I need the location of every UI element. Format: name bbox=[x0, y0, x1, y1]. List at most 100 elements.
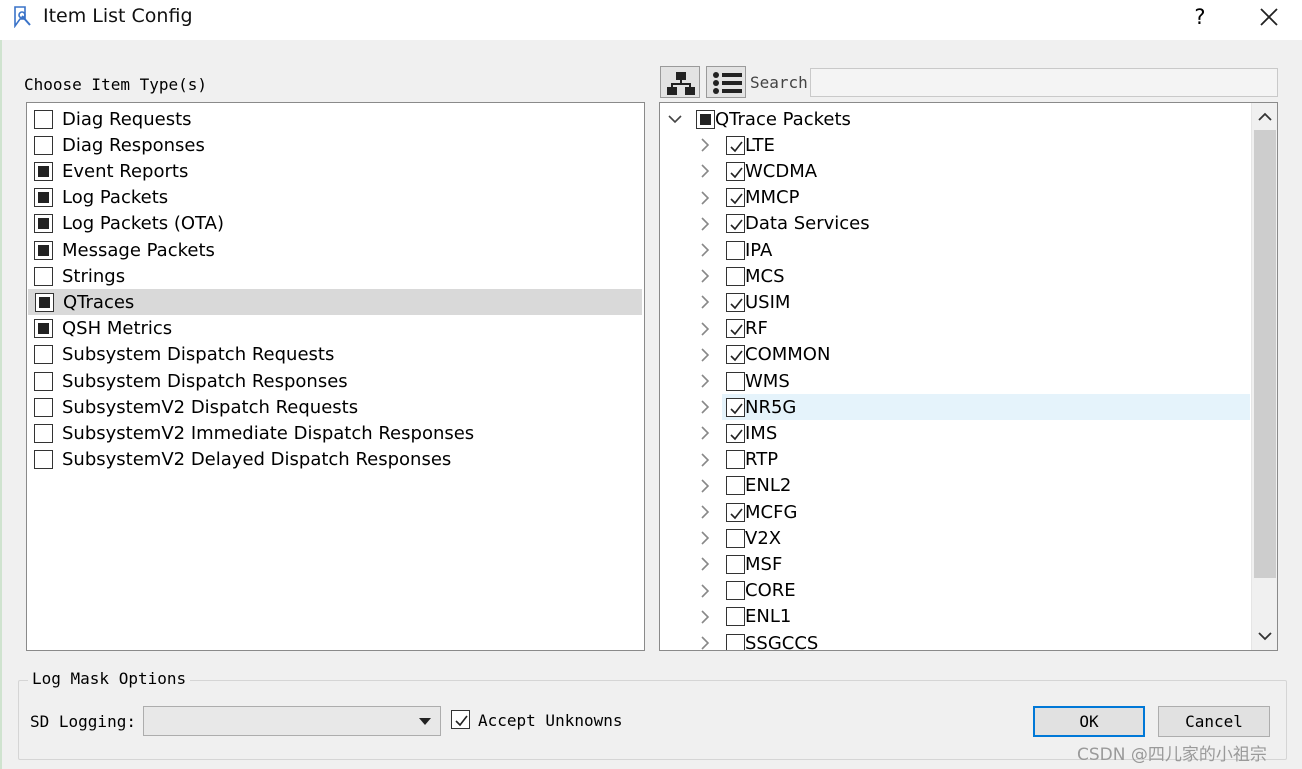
tree-node: MMCP bbox=[726, 187, 800, 209]
item-type-row[interactable]: Log Packets bbox=[27, 185, 644, 211]
chevron-right-icon[interactable] bbox=[697, 292, 713, 312]
qtrace-tree[interactable]: QTrace Packets LTE WCDMA MMCP Data Services I… bbox=[659, 102, 1278, 651]
checkbox[interactable] bbox=[726, 528, 745, 548]
chevron-down-icon[interactable] bbox=[667, 109, 683, 129]
chevron-right-icon[interactable] bbox=[697, 345, 713, 365]
item-type-row[interactable]: Message Packets bbox=[27, 237, 644, 263]
checkbox[interactable] bbox=[696, 109, 715, 129]
scroll-down-icon[interactable] bbox=[1252, 624, 1278, 648]
checkbox[interactable] bbox=[726, 476, 745, 496]
checkbox[interactable] bbox=[34, 450, 53, 470]
chevron-right-icon[interactable] bbox=[697, 528, 713, 548]
chevron-right-icon[interactable] bbox=[697, 214, 713, 234]
chevron-right-icon[interactable] bbox=[697, 397, 713, 417]
checkbox[interactable] bbox=[726, 397, 745, 417]
checkmark-icon bbox=[730, 508, 743, 519]
window-title: Item List Config bbox=[43, 5, 193, 27]
checkbox[interactable] bbox=[34, 266, 53, 286]
ok-button[interactable]: OK bbox=[1033, 706, 1145, 737]
checkbox[interactable] bbox=[726, 423, 745, 443]
watermark: CSDN @四儿家的小祖宗 bbox=[1077, 745, 1267, 765]
hierarchy-icon bbox=[667, 72, 695, 95]
checkbox[interactable] bbox=[726, 214, 745, 234]
checkbox[interactable] bbox=[726, 292, 745, 312]
checkbox[interactable] bbox=[35, 292, 54, 312]
item-type-row[interactable]: SubsystemV2 Immediate Dispatch Responses bbox=[27, 420, 644, 446]
checkbox[interactable] bbox=[726, 450, 745, 470]
chevron-right-icon[interactable] bbox=[697, 188, 713, 208]
checkmark-icon bbox=[730, 219, 743, 231]
search-input[interactable] bbox=[810, 68, 1278, 97]
chevron-right-icon[interactable] bbox=[697, 266, 713, 286]
chevron-right-icon[interactable] bbox=[697, 423, 713, 443]
checkbox[interactable] bbox=[726, 319, 745, 339]
chevron-right-icon[interactable] bbox=[697, 240, 713, 260]
item-type-row[interactable]: Subsystem Dispatch Requests bbox=[27, 342, 644, 368]
checkbox[interactable] bbox=[726, 371, 745, 391]
tree-node: QTrace Packets bbox=[696, 109, 851, 130]
chevron-right-icon[interactable] bbox=[697, 450, 713, 470]
chevron-right-icon[interactable] bbox=[697, 554, 713, 574]
chevron-right-icon[interactable] bbox=[697, 607, 713, 627]
tree-node: SSGCCS bbox=[726, 633, 818, 650]
chevron-right-icon[interactable] bbox=[697, 319, 713, 339]
checkbox[interactable] bbox=[726, 266, 745, 286]
item-type-row[interactable]: Log Packets (OTA) bbox=[27, 211, 644, 237]
checkbox[interactable] bbox=[726, 633, 745, 650]
checkbox[interactable] bbox=[34, 397, 53, 417]
checkbox[interactable] bbox=[34, 109, 53, 129]
tree-view-button[interactable] bbox=[660, 66, 700, 98]
item-type-row[interactable]: Diag Responses bbox=[27, 132, 644, 158]
checkbox[interactable] bbox=[726, 188, 745, 208]
checkbox[interactable] bbox=[726, 240, 745, 260]
scroll-up-icon[interactable] bbox=[1252, 105, 1278, 129]
checkmark-icon bbox=[730, 403, 743, 414]
chevron-right-icon[interactable] bbox=[697, 135, 713, 155]
help-button[interactable]: ? bbox=[1186, 2, 1214, 32]
close-icon[interactable] bbox=[1254, 2, 1284, 32]
cancel-button[interactable]: Cancel bbox=[1158, 706, 1270, 737]
list-view-button[interactable] bbox=[706, 66, 746, 98]
checkbox[interactable] bbox=[34, 345, 53, 365]
checkbox[interactable] bbox=[34, 161, 53, 181]
item-type-list[interactable]: Diag Requests Diag Responses Event Reports… bbox=[26, 102, 645, 651]
checkbox[interactable] bbox=[34, 135, 53, 155]
scrollbar-thumb[interactable] bbox=[1254, 130, 1276, 578]
item-type-row[interactable]: Strings bbox=[27, 263, 644, 289]
tree-node: IMS bbox=[726, 423, 777, 444]
chevron-right-icon[interactable] bbox=[697, 502, 713, 522]
item-type-row[interactable]: QSH Metrics bbox=[27, 316, 644, 342]
checkbox[interactable] bbox=[726, 502, 745, 522]
checkbox[interactable] bbox=[34, 240, 53, 260]
chevron-right-icon[interactable] bbox=[697, 371, 713, 391]
checkbox[interactable] bbox=[34, 188, 53, 208]
item-type-row[interactable]: Diag Requests bbox=[27, 106, 644, 132]
chevron-right-icon[interactable] bbox=[697, 161, 713, 181]
checkbox[interactable] bbox=[726, 345, 745, 365]
item-type-row[interactable]: SubsystemV2 Dispatch Requests bbox=[27, 394, 644, 420]
item-type-row[interactable]: QTraces bbox=[28, 289, 642, 316]
vertical-scrollbar[interactable] bbox=[1251, 103, 1277, 650]
sd-logging-dropdown[interactable] bbox=[143, 706, 441, 736]
checkbox[interactable] bbox=[726, 607, 745, 627]
checkbox[interactable] bbox=[726, 135, 745, 155]
item-type-row[interactable]: SubsystemV2 Delayed Dispatch Responses bbox=[27, 447, 644, 473]
checkbox[interactable] bbox=[34, 423, 53, 443]
chevron-right-icon[interactable] bbox=[697, 581, 713, 601]
item-type-row[interactable]: Event Reports bbox=[27, 158, 644, 184]
accept-unknowns-checkbox[interactable] bbox=[451, 710, 470, 729]
checkbox[interactable] bbox=[726, 581, 745, 601]
item-type-label: Diag Requests bbox=[62, 108, 192, 130]
checkbox[interactable] bbox=[726, 161, 745, 181]
item-type-row[interactable]: Subsystem Dispatch Responses bbox=[27, 368, 644, 394]
chevron-right-icon[interactable] bbox=[697, 476, 713, 496]
tree-node-label: MMCP bbox=[745, 187, 800, 209]
checkbox[interactable] bbox=[34, 319, 53, 339]
tree-node-label: COMMON bbox=[745, 344, 831, 366]
checkbox[interactable] bbox=[34, 214, 53, 234]
tree-child-row[interactable] bbox=[722, 394, 1250, 421]
checkbox[interactable] bbox=[726, 554, 745, 574]
chevron-right-icon[interactable] bbox=[697, 633, 713, 651]
checkbox[interactable] bbox=[34, 371, 53, 391]
item-type-heading: Choose Item Type(s) bbox=[24, 75, 208, 94]
